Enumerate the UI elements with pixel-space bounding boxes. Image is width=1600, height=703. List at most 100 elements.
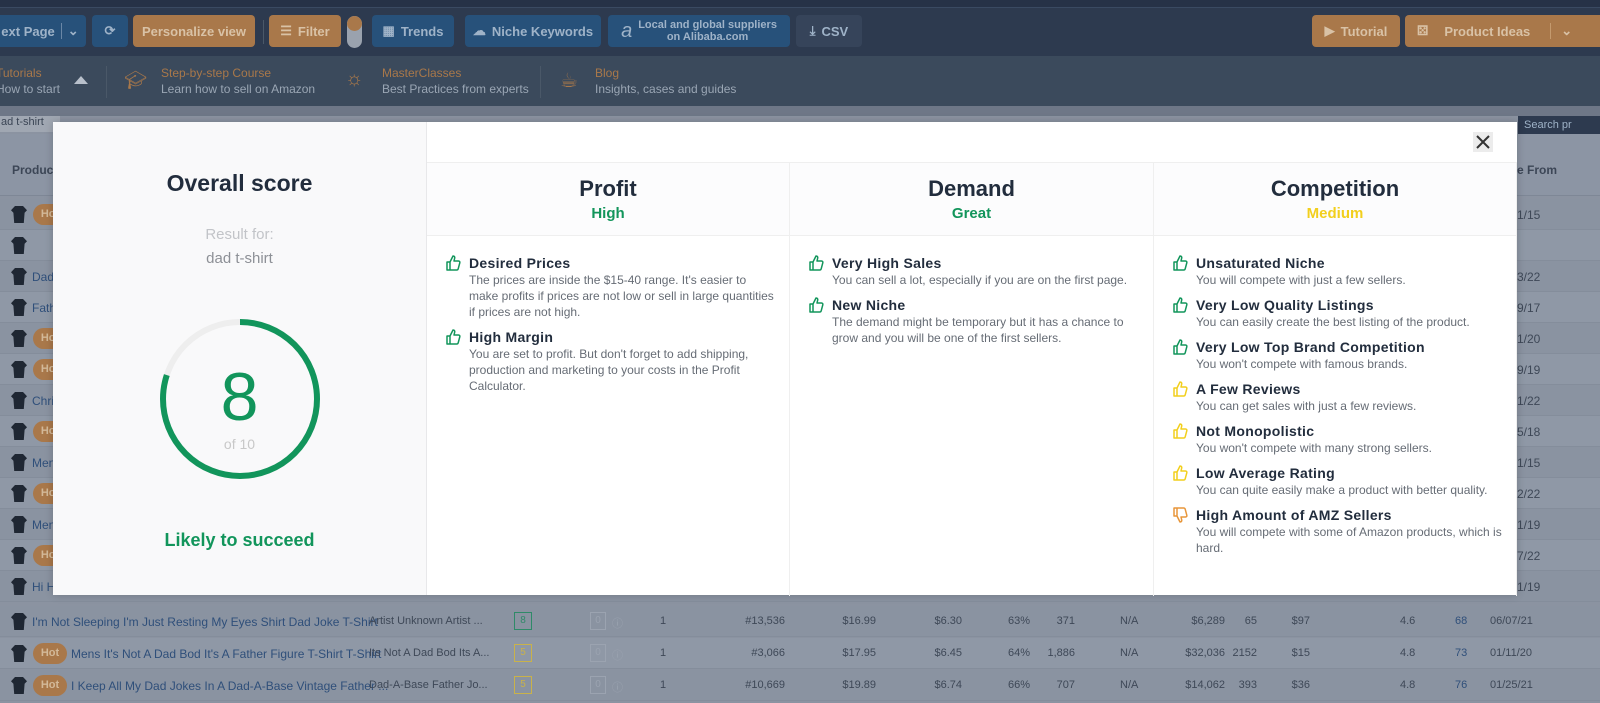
cell-title[interactable]: I Keep All My Dad Jokes In A Dad-A-Base … — [71, 679, 388, 693]
filter-toggle[interactable] — [347, 16, 362, 48]
thumbs-up-icon — [809, 297, 824, 313]
date-from: 9/17 — [1517, 301, 1541, 315]
cell-fee: $6.45 — [934, 647, 962, 659]
tutorial-button[interactable]: ▶ Tutorial — [1312, 15, 1400, 47]
cell-sellers: 1 — [660, 615, 667, 627]
chevron-down-icon[interactable]: ⌄ — [1550, 23, 1572, 39]
info-icon[interactable]: ⓘ — [612, 679, 623, 695]
factor-item: High Margin You are set to profit. But d… — [445, 329, 777, 394]
column-level: Great — [951, 205, 992, 222]
cell-rating: 4.6 — [1400, 615, 1416, 627]
cell-brand: Dad-A-Base Father Jo... — [369, 679, 488, 691]
nav-title: Step-by-step Course — [161, 66, 272, 80]
product-ideas-button[interactable]: ⚄ Product Ideas ⌄ — [1405, 15, 1600, 47]
cell-rating: 4.8 — [1400, 679, 1416, 691]
date-from: 3/22 — [1517, 270, 1541, 284]
nav-blog[interactable]: Blog Insights, cases and guides — [595, 65, 736, 97]
trends-button[interactable]: ▦ Trends — [372, 15, 454, 47]
product-title[interactable]: Hi H — [32, 580, 55, 594]
tutorial-label: Tutorial — [1340, 23, 1388, 39]
score-badge[interactable]: 5 — [514, 644, 532, 662]
csv-button[interactable]: ⤓ CSV — [796, 15, 862, 47]
next-page-button[interactable]: ext Page ⌄ — [0, 15, 86, 47]
table-row[interactable]: Hot 5 0 ⓘ Mens It's Not A Dad Bod It's A … — [0, 638, 1600, 669]
alibaba-line2: on Alibaba.com — [666, 31, 749, 43]
search-products-input[interactable]: Search pr — [1518, 116, 1600, 134]
niche-keywords-button[interactable]: ☁ Niche Keywords — [465, 15, 601, 47]
column-header-date-from[interactable]: e From — [1517, 163, 1557, 177]
column-header-product[interactable]: Product — [12, 163, 57, 177]
date-from: 1/22 — [1517, 394, 1541, 408]
cell-margin: 66% — [1007, 679, 1030, 691]
keyword-search-input[interactable]: ad t-shirt — [0, 116, 60, 132]
column-header: Profit High — [427, 163, 789, 236]
nav-subtitle: How to start — [0, 82, 61, 96]
filter-icon: ☰ — [280, 23, 292, 38]
column-title: Competition — [1270, 176, 1400, 201]
reviews-box: 0 — [590, 612, 606, 630]
alibaba-line1: Local and global suppliers — [638, 19, 777, 31]
bar-chart-icon: ▦ — [382, 23, 395, 38]
filter-label: Filter — [297, 23, 330, 39]
info-icon[interactable]: ⓘ — [612, 647, 623, 663]
factor-description: You can quite easily make a product with… — [1196, 483, 1488, 497]
collapse-up-icon[interactable] — [74, 76, 88, 84]
product-title[interactable]: Chri — [32, 394, 54, 408]
score-panel: Overall score Result for: dad t-shirt 8 … — [53, 122, 427, 595]
cell-revenue: $14,062 — [1185, 679, 1225, 691]
factor-title: Unsaturated Niche — [1196, 255, 1325, 271]
product-title[interactable]: Men — [32, 518, 55, 532]
cell-rank: #13,536 — [745, 615, 785, 627]
date-from: 9/19 — [1517, 363, 1541, 377]
cell-fee: $6.74 — [934, 679, 962, 691]
product-image — [11, 268, 27, 285]
factor-description: The demand might be temporary but it has… — [832, 315, 1124, 345]
divider — [263, 20, 264, 44]
cell-sales: 371 — [1056, 615, 1075, 627]
nav-masterclasses[interactable]: MasterClasses Best Practices from experts — [382, 65, 529, 97]
factor-item: Not Monopolistic You won't compete with … — [1172, 423, 1504, 456]
nav-course[interactable]: Step-by-step Course Learn how to sell on … — [161, 65, 315, 97]
learning-bar: Tutorials How to start 🎓︎ Step-by-step Co… — [0, 56, 1600, 106]
product-title[interactable]: Men — [32, 456, 55, 470]
cell-rating: 4.8 — [1400, 647, 1416, 659]
thumbs-up-icon — [1173, 423, 1188, 439]
column-demand: Demand Great Very High Sales You can sel… — [790, 163, 1154, 596]
product-title[interactable]: Dad — [32, 270, 54, 284]
lightbulb-icon: ☼ — [345, 68, 364, 90]
info-icon[interactable]: ⓘ — [612, 615, 623, 631]
score-badge[interactable]: 5 — [514, 676, 532, 694]
refresh-button[interactable]: ⟳ — [92, 15, 128, 47]
close-button[interactable] — [1473, 132, 1493, 152]
personalize-view-button[interactable]: Personalize view — [133, 15, 255, 47]
score-badge[interactable]: 8 — [514, 612, 532, 630]
keyword-value: dad t-shirt — [206, 250, 273, 267]
factor-title: Low Average Rating — [1196, 465, 1335, 481]
chevron-down-icon[interactable]: ⌄ — [60, 23, 79, 39]
cell-price: $17.95 — [842, 647, 876, 659]
cell-title[interactable]: Mens It's Not A Dad Bod It's A Father Fi… — [71, 647, 381, 661]
product-image — [11, 330, 27, 347]
factor-description: You are set to profit. But don't forget … — [469, 347, 749, 393]
trends-label: Trends — [400, 23, 444, 39]
nav-tutorials[interactable]: Tutorials How to start — [0, 65, 60, 97]
cloud-icon: ☁ — [472, 23, 486, 38]
cell-reviews: 65 — [1244, 615, 1257, 627]
date-from: 5/18 — [1517, 425, 1541, 439]
date-from: 7/22 — [1517, 549, 1541, 563]
cell-fee: $6.30 — [934, 615, 962, 627]
factor-title: A Few Reviews — [1196, 381, 1301, 397]
factor-item: New Niche The demand might be temporary … — [808, 297, 1141, 346]
column-level: Medium — [1306, 205, 1364, 222]
column-header: Competition Medium — [1154, 163, 1516, 236]
table-row[interactable]: 8 0 ⓘ I'm Not Sleeping I'm Just Resting M… — [0, 606, 1600, 637]
cell-title[interactable]: I'm Not Sleeping I'm Just Resting My Eye… — [32, 615, 378, 629]
cell-margin: 64% — [1007, 647, 1030, 659]
product-image — [11, 677, 27, 694]
table-row[interactable]: Hot 5 0 ⓘ I Keep All My Dad Jokes In A Da… — [0, 670, 1600, 701]
filter-button[interactable]: ☰ Filter — [269, 15, 341, 47]
csv-label: CSV — [821, 23, 849, 39]
alibaba-button[interactable]: a Local and global suppliers on Alibaba.co… — [608, 15, 790, 47]
factor-description: You won't compete with many strong selle… — [1196, 441, 1432, 455]
factor-item: Very High Sales You can sell a lot, espe… — [808, 255, 1141, 288]
